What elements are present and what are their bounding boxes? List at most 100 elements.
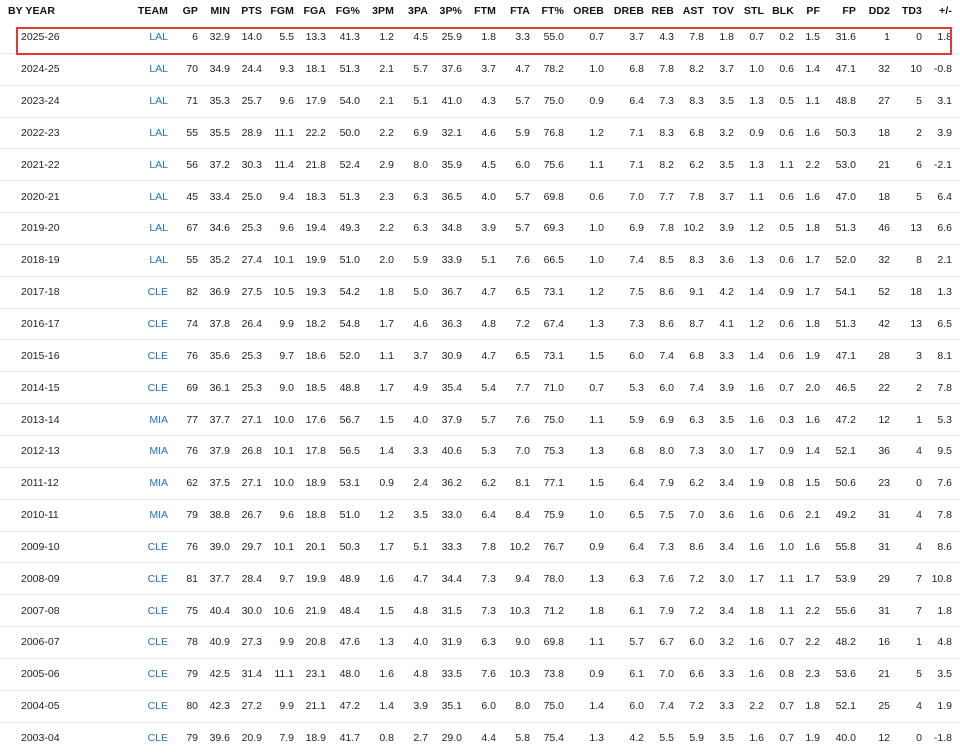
stat-cell: 67 <box>168 212 198 245</box>
stat-cell: 0.7 <box>589 31 604 44</box>
stat-cell: 7.7 <box>644 180 674 213</box>
stat-cell: 1.1 <box>764 594 794 627</box>
stat-cell: 25.3 <box>230 339 262 372</box>
column-header-ft-pct[interactable]: FT% <box>530 0 564 22</box>
stat-cell: 34.9 <box>198 52 230 86</box>
stat-cell: 2 <box>890 116 922 149</box>
stat-cell: 41.3 <box>339 31 360 44</box>
stat-cell: 49.2 <box>820 498 856 531</box>
column-header-min[interactable]: MIN <box>198 0 230 22</box>
stat-cell: 18.1 <box>294 52 326 86</box>
team-link[interactable]: LAL <box>128 52 168 86</box>
stat-cell: 67.4 <box>530 307 564 340</box>
stat-cell: 9.7 <box>262 339 294 372</box>
column-header-fg-pct[interactable]: FG% <box>326 0 360 22</box>
column-header-reb[interactable]: REB <box>644 0 674 22</box>
column-header-blk[interactable]: BLK <box>764 0 794 22</box>
column-header-ast[interactable]: AST <box>674 0 704 22</box>
column-header-dd2[interactable]: DD2 <box>856 0 890 22</box>
stat-cell: 18 <box>856 116 890 149</box>
column-header-fga[interactable]: FGA <box>294 0 326 22</box>
team-link[interactable]: CLE <box>128 371 168 404</box>
stat-cell: 73.8 <box>530 657 564 691</box>
column-header-plus-minus[interactable]: +/- <box>922 0 960 22</box>
column-header-td3[interactable]: TD3 <box>890 0 922 22</box>
stat-cell: 52.0 <box>820 243 856 277</box>
team-link[interactable]: CLE <box>128 657 168 691</box>
stat-cell: 1.9 <box>794 721 820 753</box>
stat-cell: 37.2 <box>198 148 230 181</box>
team-link[interactable]: CLE <box>128 530 168 563</box>
stat-cell: 1.6 <box>794 530 820 563</box>
column-header-pf[interactable]: PF <box>794 0 820 22</box>
stat-cell: 1.5 <box>805 31 820 44</box>
stat-cell: 52.1 <box>820 689 856 723</box>
stat-cell: 42.3 <box>198 689 230 723</box>
column-header-stl[interactable]: STL <box>734 0 764 22</box>
team-link[interactable]: LAL <box>128 84 168 118</box>
stat-cell: 18.9 <box>294 466 326 500</box>
team-link[interactable]: LAL <box>128 212 168 245</box>
team-link[interactable]: CLE <box>128 307 168 340</box>
stat-cell: 6.8 <box>674 116 704 149</box>
table-row: 2009-10 CLE 76 39.0 29.7 10.1 20.1 50.3 1.7 5.1 33… <box>0 530 960 563</box>
team-link[interactable]: CLE <box>128 689 168 723</box>
column-header-fta[interactable]: FTA <box>496 0 530 22</box>
team-link[interactable]: CLE <box>128 339 168 372</box>
stat-cell: 53.1 <box>326 466 360 500</box>
stat-cell: 34.6 <box>198 212 230 245</box>
team-link[interactable]: LAL <box>128 180 168 213</box>
stat-cell: 2.7 <box>394 721 428 753</box>
stat-cell: 6.5 <box>496 339 530 372</box>
column-header-gp[interactable]: GP <box>168 0 198 22</box>
stat-cell: 27.4 <box>230 243 262 277</box>
team-link[interactable]: MIA <box>128 498 168 531</box>
stat-cell: 40.4 <box>198 594 230 627</box>
stat-cell: 31.5 <box>428 594 462 627</box>
stat-cell: 0.7 <box>564 371 604 404</box>
stat-cell: 10 <box>890 52 922 86</box>
stat-cell: 35.9 <box>428 148 462 181</box>
team-link[interactable]: CLE <box>128 721 168 753</box>
team-link[interactable]: MIA <box>128 403 168 436</box>
team-link[interactable]: MIA <box>128 434 168 468</box>
stat-cell: 4.8 <box>922 626 960 659</box>
stat-cell: 0.8 <box>764 657 794 691</box>
stat-cell: 42.5 <box>198 657 230 691</box>
stat-cell: 5.5 <box>279 31 294 44</box>
stat-cell: 25 <box>856 689 890 723</box>
team-link[interactable]: LAL <box>128 116 168 149</box>
stat-cell: 1.1 <box>734 180 764 213</box>
column-header-pts[interactable]: PTS <box>230 0 262 22</box>
column-header-by-year[interactable]: BY YEAR <box>0 0 128 22</box>
column-header-dreb[interactable]: DREB <box>604 0 644 22</box>
team-link[interactable]: CLE <box>128 275 168 309</box>
column-header-oreb[interactable]: OREB <box>564 0 604 22</box>
team-link[interactable]: LAL <box>128 148 168 181</box>
stat-cell: 56.7 <box>326 403 360 436</box>
column-header-fgm[interactable]: FGM <box>262 0 294 22</box>
column-header-fp[interactable]: FP <box>820 0 856 22</box>
stat-cell: 82 <box>168 275 198 309</box>
team-link[interactable]: CLE <box>128 562 168 595</box>
stat-cell: 26.8 <box>230 434 262 468</box>
stat-cell: 31 <box>856 530 890 563</box>
stat-cell: 3.5 <box>394 498 428 531</box>
team-link[interactable]: LAL <box>128 243 168 277</box>
column-header-team[interactable]: TEAM <box>128 0 168 22</box>
column-header-3pm[interactable]: 3PM <box>360 0 394 22</box>
column-header-ftm[interactable]: FTM <box>462 0 496 22</box>
column-header-3p-pct[interactable]: 3P% <box>428 0 462 22</box>
stat-cell: 7.3 <box>462 594 496 627</box>
stat-cell: 76 <box>168 339 198 372</box>
stat-cell: 1.1 <box>764 148 794 181</box>
stat-cell: 3.3 <box>394 434 428 468</box>
column-header-3pa[interactable]: 3PA <box>394 0 428 22</box>
team-link[interactable]: CLE <box>128 594 168 627</box>
stat-cell: 27.5 <box>230 275 262 309</box>
team-link[interactable]: LAL <box>128 22 168 53</box>
column-header-tov[interactable]: TOV <box>704 0 734 22</box>
team-link[interactable]: CLE <box>128 626 168 659</box>
team-link[interactable]: MIA <box>128 466 168 500</box>
stat-cell: 8.7 <box>674 307 704 340</box>
